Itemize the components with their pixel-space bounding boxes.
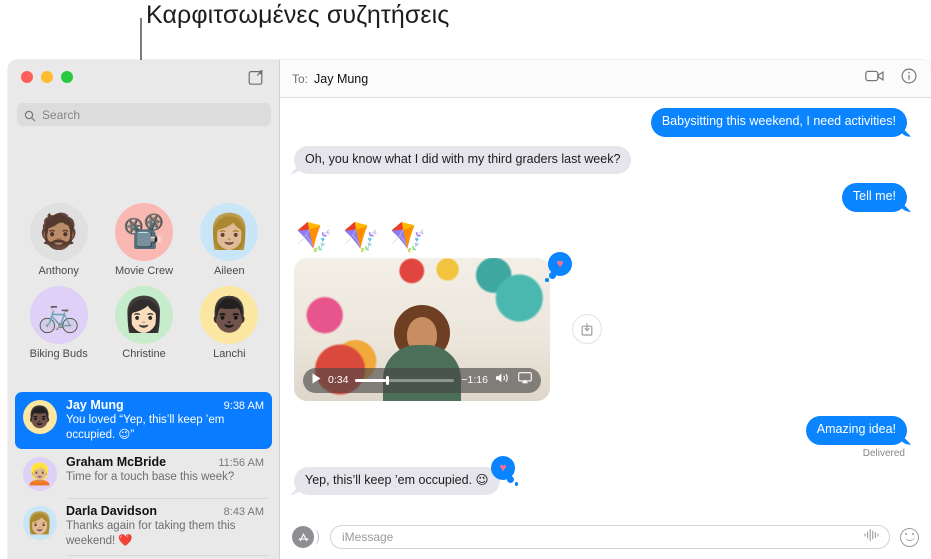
- message-input[interactable]: iMessage: [330, 525, 890, 549]
- delivered-status: Delivered: [862, 447, 905, 459]
- pinned-conversation-label: Christine: [122, 348, 166, 360]
- message-bubble[interactable]: Oh, you know what I did with my third gr…: [294, 145, 632, 175]
- conversation-preview: You loved “Yep, this’ll keep ’em occupie…: [66, 414, 225, 441]
- conversation-time: 8:43 AM: [223, 506, 264, 519]
- message-bubble[interactable]: Amazing idea!: [805, 415, 907, 445]
- compose-bar: iMessage: [280, 515, 931, 559]
- conversation-list-item-graham-mcbride[interactable]: 👱🏼 Graham McBride 11:56 AM Time for a to…: [15, 449, 272, 498]
- video-attachment[interactable]: 0:34 −1:16: [294, 257, 550, 401]
- avatar: 👩🏼: [23, 506, 57, 541]
- video-elapsed-time: 0:34: [328, 374, 349, 387]
- conversation-list-item-leticia-ibarra[interactable]: 🧑🏾 Leticia Ibarra Yesterday Ride on Sat.…: [15, 555, 272, 559]
- conversation-preview: Time for a touch base this week?: [66, 471, 235, 484]
- save-download-icon[interactable]: [572, 314, 602, 345]
- conversation-list-item-darla-davidson[interactable]: 👩🏼 Darla Davidson 8:43 AM Thanks again f…: [15, 498, 272, 555]
- maximize-window-button[interactable]: [61, 71, 73, 83]
- conversation-time: 11:56 AM: [218, 457, 264, 470]
- screenshot-root: Καρφιτσωμένες συζητήσεις Search 🧔🏽 Antho…: [0, 0, 931, 559]
- window-traffic-lights: [21, 71, 73, 83]
- audio-waveform-icon[interactable]: [863, 528, 881, 547]
- avatar: 👩🏼: [200, 203, 259, 261]
- recipient-name[interactable]: Jay Mung: [314, 72, 368, 86]
- sidebar: Search 🧔🏽 Anthony 📽️ Movie Crew 👩🏼 Ailee…: [8, 60, 280, 559]
- kite-emoji-message[interactable]: 🪁🪁🪁: [296, 223, 907, 253]
- message-placeholder: iMessage: [342, 530, 394, 544]
- search-icon: [24, 109, 36, 121]
- conversation-time: 9:38 AM: [223, 400, 264, 412]
- pinned-conversations-grid: 🧔🏽 Anthony 📽️ Movie Crew 👩🏼 Aileen 🚲 Bik…: [8, 198, 280, 364]
- message-row-incoming: Yep, this’ll keep ’em occupied. 😉 ♥: [294, 455, 907, 496]
- avatar: 🚲: [29, 286, 88, 344]
- avatar: 👱🏼: [23, 457, 57, 492]
- heart-icon: ♥: [499, 460, 507, 474]
- message-bubble[interactable]: Yep, this’ll keep ’em occupied. 😉: [294, 466, 500, 496]
- conversation-name: Graham McBride: [66, 455, 167, 470]
- thread-header: To: Jay Mung: [280, 60, 931, 98]
- conversation-pane: To: Jay Mung Babysitting this weekend, I…: [280, 60, 931, 559]
- video-controls: 0:34 −1:16: [303, 367, 541, 393]
- pinned-conversation-label: Anthony: [38, 265, 79, 277]
- pinned-conversation-label: Lanchi: [213, 348, 246, 360]
- video-remaining-time: −1:16: [461, 374, 488, 387]
- to-label: To:: [292, 71, 309, 86]
- app-store-icon[interactable]: [292, 526, 319, 548]
- pinned-conversation[interactable]: 🧔🏽 Anthony: [16, 203, 101, 277]
- compose-icon[interactable]: [248, 69, 265, 86]
- avatar: 👩🏻: [114, 286, 173, 344]
- pinned-conversation[interactable]: 👩🏼 Aileen: [187, 203, 272, 277]
- heart-reaction-badge[interactable]: ♥: [545, 251, 572, 282]
- message-row-incoming: Oh, you know what I did with my third gr…: [294, 145, 907, 175]
- smiley-icon[interactable]: [900, 527, 919, 547]
- minimize-window-button[interactable]: [41, 71, 53, 83]
- pinned-conversation-label: Aileen: [214, 265, 245, 277]
- play-icon[interactable]: [312, 371, 321, 389]
- airplay-icon[interactable]: [518, 371, 532, 389]
- video-camera-icon[interactable]: [865, 69, 884, 88]
- avatar: 👨🏿: [23, 400, 57, 434]
- heart-reaction-badge[interactable]: ♥: [491, 455, 518, 486]
- volume-icon[interactable]: [495, 371, 511, 389]
- info-circle-icon[interactable]: [901, 68, 917, 89]
- avatar: 👨🏿: [200, 286, 259, 344]
- message-bubble[interactable]: Tell me!: [841, 183, 907, 212]
- avatar: 📽️: [114, 203, 173, 261]
- message-bubble[interactable]: Babysitting this weekend, I need activit…: [650, 108, 907, 137]
- close-window-button[interactable]: [21, 71, 33, 83]
- pinned-conversation-label: Biking Buds: [29, 348, 88, 360]
- pinned-conversation[interactable]: 📽️ Movie Crew: [101, 203, 186, 277]
- search-input[interactable]: Search: [17, 103, 271, 126]
- video-scrubber[interactable]: [355, 375, 455, 385]
- pinned-conversation[interactable]: 👩🏻 Christine: [101, 286, 186, 360]
- conversation-preview: Thanks again for taking them this weeken…: [66, 520, 236, 547]
- video-attachment-row: 0:34 −1:16 ♥: [294, 251, 907, 401]
- heart-icon: ♥: [556, 256, 564, 271]
- messages-window: Search 🧔🏽 Anthony 📽️ Movie Crew 👩🏼 Ailee…: [8, 60, 931, 559]
- callout-title: Καρφιτσωμένες συζητήσεις: [146, 1, 450, 29]
- pinned-conversation[interactable]: 🚲 Biking Buds: [16, 286, 101, 360]
- conversation-list: 👨🏿 Jay Mung 9:38 AM You loved “Yep, this…: [8, 392, 279, 559]
- search-placeholder: Search: [42, 107, 81, 122]
- message-row-outgoing: Amazing idea!: [294, 415, 907, 445]
- pinned-conversation[interactable]: 👨🏿 Lanchi: [187, 286, 272, 360]
- message-list: Babysitting this weekend, I need activit…: [280, 98, 931, 515]
- message-row-outgoing: Tell me!: [294, 183, 907, 212]
- avatar: 🧔🏽: [29, 203, 88, 261]
- pinned-conversation-label: Movie Crew: [114, 265, 174, 277]
- conversation-name: Jay Mung: [66, 398, 124, 412]
- conversation-list-item-jay-mung[interactable]: 👨🏿 Jay Mung 9:38 AM You loved “Yep, this…: [15, 392, 272, 450]
- conversation-name: Darla Davidson: [66, 504, 158, 519]
- message-row-outgoing: Babysitting this weekend, I need activit…: [294, 108, 907, 137]
